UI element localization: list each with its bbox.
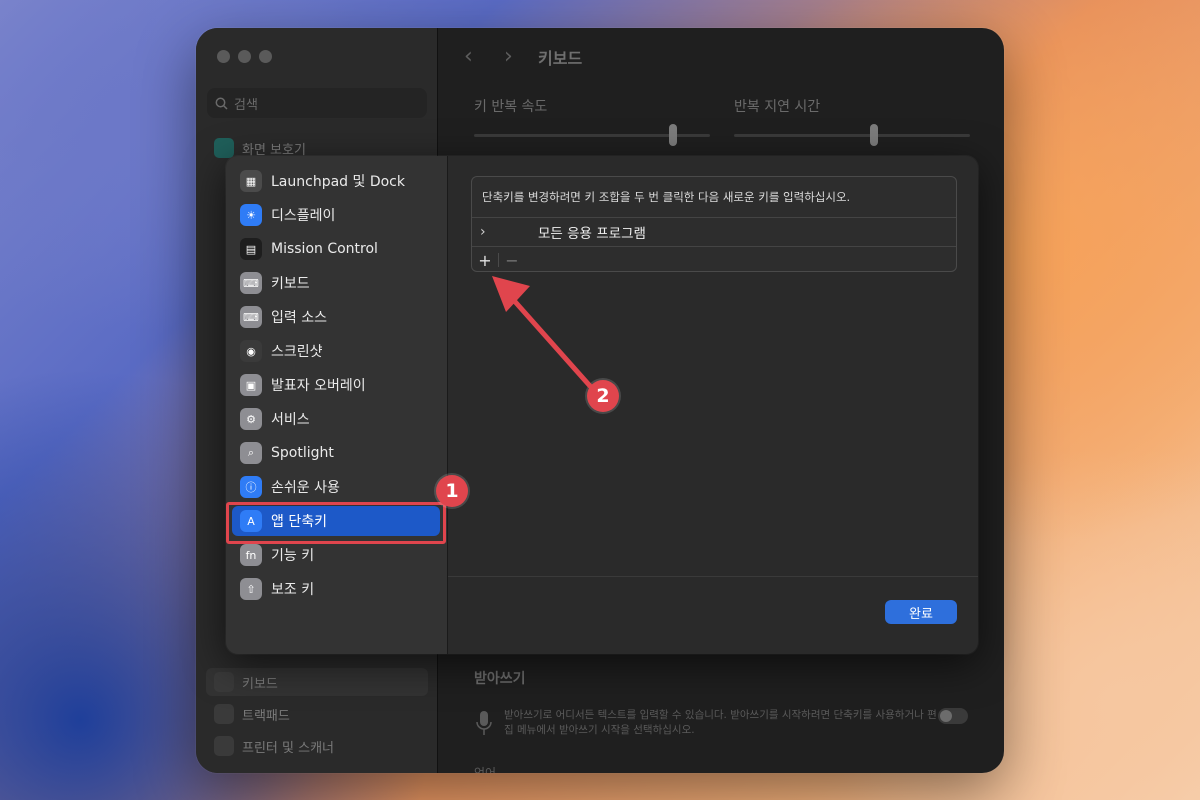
printer-icon — [214, 736, 234, 756]
annotation-badge-1: 1 — [436, 475, 468, 507]
forward-arrow-icon[interactable]: › — [504, 44, 513, 69]
dialog-sidebar-item-label: Launchpad 및 Dock — [271, 174, 405, 190]
microphone-icon — [476, 711, 492, 735]
dialog-sidebar-item-label: 손쉬운 사용 — [271, 480, 340, 496]
dialog-main: 단축키를 변경하려면 키 조합을 두 번 클릭한 다음 새로운 키를 입력하십시… — [448, 156, 978, 654]
sidebar-item-trackpad[interactable]: 트랙패드 — [206, 700, 428, 728]
all-applications-label: 모든 응용 프로그램 — [538, 226, 646, 242]
repeat-delay-label: 반복 지연 시간 — [734, 99, 821, 115]
annotation-badge-2: 2 — [587, 380, 619, 412]
dialog-sidebar-item-label: 보조 키 — [271, 582, 315, 598]
dialog-sidebar-item[interactable]: ⌕ Spotlight — [232, 438, 440, 468]
dialog-sidebar-item-label: 발표자 오버레이 — [271, 378, 366, 394]
key-repeat-label: 키 반복 속도 — [474, 99, 548, 115]
footer-divider — [448, 576, 978, 577]
sidebar-item-printers[interactable]: 프린터 및 스캐너 — [206, 732, 428, 760]
presenter-overlay-icon: ▣ — [240, 374, 262, 396]
spotlight-icon: ⌕ — [240, 442, 262, 464]
sidebar-item-label: 트랙패드 — [242, 708, 290, 724]
dialog-sidebar-item[interactable]: ⓘ 손쉬운 사용 — [232, 472, 440, 502]
dialog-sidebar-item-label: 서비스 — [271, 412, 310, 428]
dialog-sidebar-item-label: 스크린샷 — [271, 344, 323, 360]
dialog-sidebar-item-label: Spotlight — [271, 445, 334, 461]
dialog-sidebar-item[interactable]: ▤ Mission Control — [232, 234, 440, 264]
dialog-sidebar-item[interactable]: ☀ 디스플레이 — [232, 200, 440, 230]
dialog-sidebar-item-label: 입력 소스 — [271, 310, 327, 326]
mission-control-icon: ▤ — [240, 238, 262, 260]
dialog-sidebar-item[interactable]: A 앱 단축키 — [232, 506, 440, 536]
dialog-sidebar-item-label: 앱 단축키 — [271, 514, 327, 530]
dialog-sidebar-item[interactable]: ⇧ 보조 키 — [232, 574, 440, 604]
screenshot-icon: ◉ — [240, 340, 262, 362]
dialog-sidebar-item[interactable]: ▦ Launchpad 및 Dock — [232, 166, 440, 196]
dialog-sidebar-item-label: 기능 키 — [271, 548, 315, 564]
dialog-sidebar-item[interactable]: ⚙ 서비스 — [232, 404, 440, 434]
close-button[interactable] — [217, 50, 230, 63]
add-shortcut-button[interactable]: + — [472, 247, 498, 271]
dialog-sidebar-item-label: 키보드 — [271, 276, 310, 292]
shortcut-description: 단축키를 변경하려면 키 조합을 두 번 클릭한 다음 새로운 키를 입력하십시… — [482, 190, 851, 204]
input-source-icon: ⌨ — [240, 306, 262, 328]
dialog-sidebar-item[interactable]: ◉ 스크린샷 — [232, 336, 440, 366]
sidebar-item-label: 화면 보호기 — [242, 142, 306, 158]
sidebar-item-keyboard[interactable]: 키보드 — [206, 668, 428, 696]
divider — [472, 246, 956, 247]
services-icon: ⚙ — [240, 408, 262, 430]
dialog-sidebar-item[interactable]: ⌨ 키보드 — [232, 268, 440, 298]
window-controls — [217, 50, 272, 63]
chevron-right-icon[interactable]: › — [480, 224, 486, 240]
minimize-button[interactable] — [238, 50, 251, 63]
sidebar-item-label: 프린터 및 스캐너 — [242, 740, 334, 756]
display-icon: ☀ — [240, 204, 262, 226]
dictation-toggle[interactable] — [938, 708, 968, 724]
modifier-key-icon: ⇧ — [240, 578, 262, 600]
search-icon — [215, 97, 228, 110]
trackpad-icon — [214, 704, 234, 724]
shortcut-list-panel: 단축키를 변경하려면 키 조합을 두 번 클릭한 다음 새로운 키를 입력하십시… — [471, 176, 957, 272]
function-key-icon: fn — [240, 544, 262, 566]
dialog-sidebar: ▦ Launchpad 및 Dock ☀ 디스플레이 ▤ Mission Control ⌨… — [226, 156, 448, 654]
dictation-description: 받아쓰기로 어디서든 텍스트를 입력할 수 있습니다. 받아쓰기를 시작하려면 … — [504, 709, 937, 736]
list-toolbar: + − — [472, 247, 525, 271]
screensaver-icon — [214, 138, 234, 158]
launchpad-icon: ▦ — [240, 170, 262, 192]
repeat-delay-knob[interactable] — [870, 124, 878, 146]
dialog-sidebar-item[interactable]: fn 기능 키 — [232, 540, 440, 570]
window-title: 키보드 — [538, 49, 583, 68]
dialog-sidebar-item-label: Mission Control — [271, 241, 378, 257]
dialog-sidebar-item-label: 디스플레이 — [271, 208, 336, 224]
sidebar-item-label: 키보드 — [242, 676, 278, 692]
back-arrow-icon[interactable]: ‹ — [464, 44, 473, 69]
sidebar-search[interactable]: 검색 — [207, 88, 427, 118]
keyboard-icon: ⌨ — [240, 272, 262, 294]
app-shortcuts-icon: A — [240, 510, 262, 532]
repeat-delay-slider[interactable] — [734, 134, 970, 137]
key-repeat-knob[interactable] — [669, 124, 677, 146]
accessibility-icon: ⓘ — [240, 476, 262, 498]
search-placeholder: 검색 — [234, 97, 258, 113]
all-applications-row[interactable]: › 모든 응용 프로그램 — [472, 218, 956, 246]
dictation-heading: 받아쓰기 — [474, 671, 526, 687]
zoom-button[interactable] — [259, 50, 272, 63]
remove-shortcut-button[interactable]: − — [499, 247, 525, 271]
language-row-label: 언어 — [474, 766, 497, 773]
done-button[interactable]: 완료 — [885, 600, 957, 624]
dialog-sidebar-item[interactable]: ▣ 발표자 오버레이 — [232, 370, 440, 400]
keyboard-icon — [214, 672, 234, 692]
dialog-sidebar-item[interactable]: ⌨ 입력 소스 — [232, 302, 440, 332]
